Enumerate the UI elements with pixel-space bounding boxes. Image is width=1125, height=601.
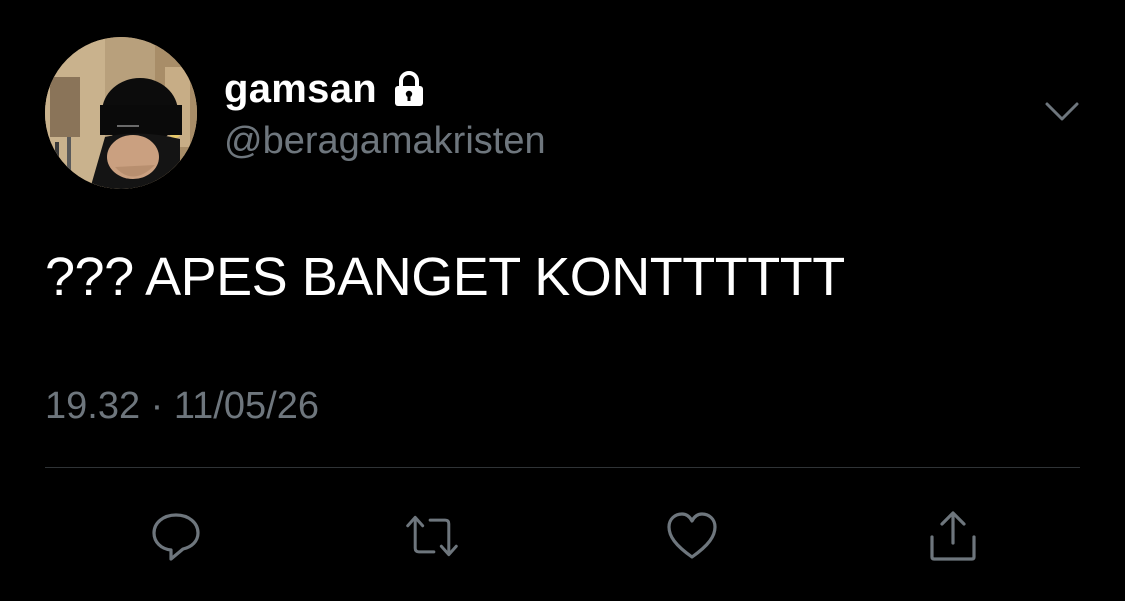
user-handle[interactable]: @beragamakristen bbox=[224, 120, 546, 163]
retweet-icon bbox=[406, 515, 458, 557]
display-name-row: gamsan bbox=[224, 64, 429, 114]
divider bbox=[45, 467, 1080, 468]
tweet-card: gamsan @beragamakristen ??? APES BANGET … bbox=[0, 0, 1125, 601]
like-button[interactable] bbox=[664, 508, 720, 564]
tweet-timestamp[interactable]: 19.32 · 11/05/26 bbox=[45, 385, 319, 428]
reply-button[interactable] bbox=[148, 508, 204, 564]
avatar-photo bbox=[45, 37, 197, 189]
heart-icon bbox=[667, 512, 717, 559]
share-icon bbox=[930, 511, 976, 561]
share-button[interactable] bbox=[925, 508, 981, 564]
chevron-down-icon[interactable] bbox=[1044, 100, 1080, 124]
avatar[interactable] bbox=[45, 37, 197, 189]
lock-icon bbox=[389, 69, 429, 109]
tweet-text: ??? APES BANGET KONTTTTTT bbox=[45, 247, 845, 307]
retweet-button[interactable] bbox=[404, 508, 460, 564]
reply-icon bbox=[152, 513, 200, 561]
display-name[interactable]: gamsan bbox=[224, 67, 377, 112]
